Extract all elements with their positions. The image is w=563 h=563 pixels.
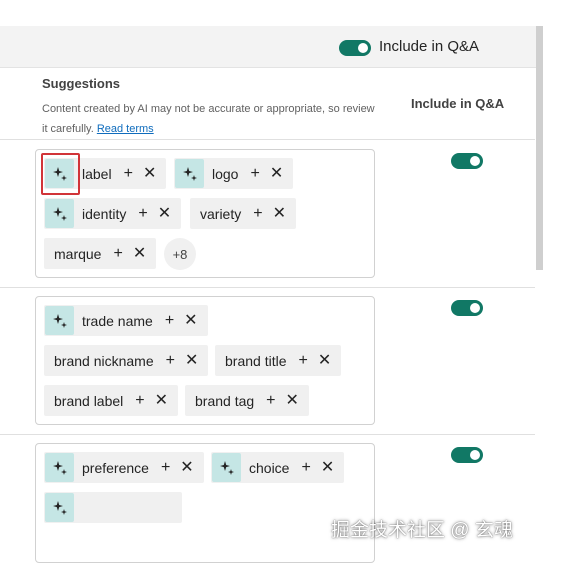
remove-synonym-button[interactable]: ✕ <box>184 312 197 329</box>
chip-label: preference <box>82 459 149 476</box>
toggle-knob <box>470 450 480 460</box>
synonym-chip: choice + ✕ <box>211 452 345 483</box>
synonym-chip: marque + ✕ <box>44 238 157 269</box>
sparkle-icon <box>175 159 204 188</box>
sparkle-icon <box>45 493 74 522</box>
chip-label: logo <box>212 165 239 182</box>
remove-synonym-button[interactable]: ✕ <box>155 392 168 409</box>
remove-synonym-button[interactable]: ✕ <box>318 352 331 369</box>
row-divider <box>0 434 535 435</box>
row-include-toggle[interactable] <box>451 153 483 169</box>
remove-synonym-button[interactable]: ✕ <box>133 245 146 262</box>
row-divider <box>0 287 535 288</box>
toggle-knob <box>358 43 368 53</box>
include-in-qa-label: Include in Q&A <box>379 38 480 55</box>
add-synonym-button[interactable]: + <box>124 165 133 182</box>
synonym-chip: trade name + ✕ <box>44 305 208 336</box>
synonym-chip: preference + ✕ <box>44 452 204 483</box>
chip-label: trade name <box>82 312 153 329</box>
chip-label: label <box>82 165 112 182</box>
chip-label: choice <box>249 459 290 476</box>
toggle-knob <box>470 303 480 313</box>
highlight-box <box>41 153 80 195</box>
sparkle-icon <box>45 199 74 228</box>
disclaimer-text: Content created by AI may not be accurat… <box>42 103 375 135</box>
chip-label: marque <box>54 245 102 262</box>
synonym-chip: brand nickname + ✕ <box>44 345 209 376</box>
remove-synonym-button[interactable]: ✕ <box>180 459 193 476</box>
remove-synonym-button[interactable]: ✕ <box>185 352 198 369</box>
top-bar: Include in Q&A <box>0 26 543 68</box>
chip-label: brand nickname <box>54 352 154 369</box>
chip-label: brand label <box>54 392 124 409</box>
remove-synonym-button[interactable]: ✕ <box>270 165 283 182</box>
remove-synonym-button[interactable]: ✕ <box>143 165 156 182</box>
remove-synonym-button[interactable]: ✕ <box>273 205 286 222</box>
sparkle-icon <box>45 306 74 335</box>
add-synonym-button[interactable]: + <box>301 459 310 476</box>
synonym-chip: identity + ✕ <box>44 198 182 229</box>
add-synonym-button[interactable]: + <box>266 392 275 409</box>
remove-synonym-button[interactable]: ✕ <box>321 459 334 476</box>
more-synonyms-button[interactable]: +8 <box>164 238 196 270</box>
add-synonym-button[interactable]: + <box>135 392 144 409</box>
suggestions-title: Suggestions <box>42 76 121 91</box>
add-synonym-button[interactable]: + <box>166 352 175 369</box>
sparkle-icon <box>45 453 74 482</box>
chip-label: identity <box>82 205 127 222</box>
add-synonym-button[interactable]: + <box>250 165 259 182</box>
synonym-chip: brand label + ✕ <box>44 385 179 416</box>
ai-disclaimer: Content created by AI may not be accurat… <box>42 99 382 139</box>
chip-label: brand tag <box>195 392 255 409</box>
synonym-chip: brand tag + ✕ <box>185 385 309 416</box>
add-synonym-button[interactable]: + <box>113 245 122 262</box>
row-include-toggle[interactable] <box>451 447 483 463</box>
synonym-chip <box>44 492 182 523</box>
watermark: 掘金技术社区 @ 玄魂 <box>331 520 513 541</box>
chip-label: brand title <box>225 352 287 369</box>
synonym-chip: brand title + ✕ <box>215 345 342 376</box>
sparkle-icon <box>212 453 241 482</box>
chip-label: variety <box>200 205 242 222</box>
include-column-header: Include in Q&A <box>411 96 505 111</box>
synonym-chip: variety + ✕ <box>190 198 296 229</box>
toggle-knob <box>470 156 480 166</box>
suggestions-header: Suggestions Content created by AI may no… <box>0 68 535 140</box>
add-synonym-button[interactable]: + <box>165 312 174 329</box>
row-include-toggle[interactable] <box>451 300 483 316</box>
add-synonym-button[interactable]: + <box>253 205 262 222</box>
add-synonym-button[interactable]: + <box>138 205 147 222</box>
remove-synonym-button[interactable]: ✕ <box>158 205 171 222</box>
include-in-qa-toggle[interactable] <box>339 40 371 56</box>
scrollbar-thumb[interactable] <box>536 26 543 270</box>
add-synonym-button[interactable]: + <box>161 459 170 476</box>
add-synonym-button[interactable]: + <box>298 352 307 369</box>
remove-synonym-button[interactable]: ✕ <box>286 392 299 409</box>
synonym-chip: logo + ✕ <box>174 158 294 189</box>
read-terms-link[interactable]: Read terms <box>97 123 154 135</box>
